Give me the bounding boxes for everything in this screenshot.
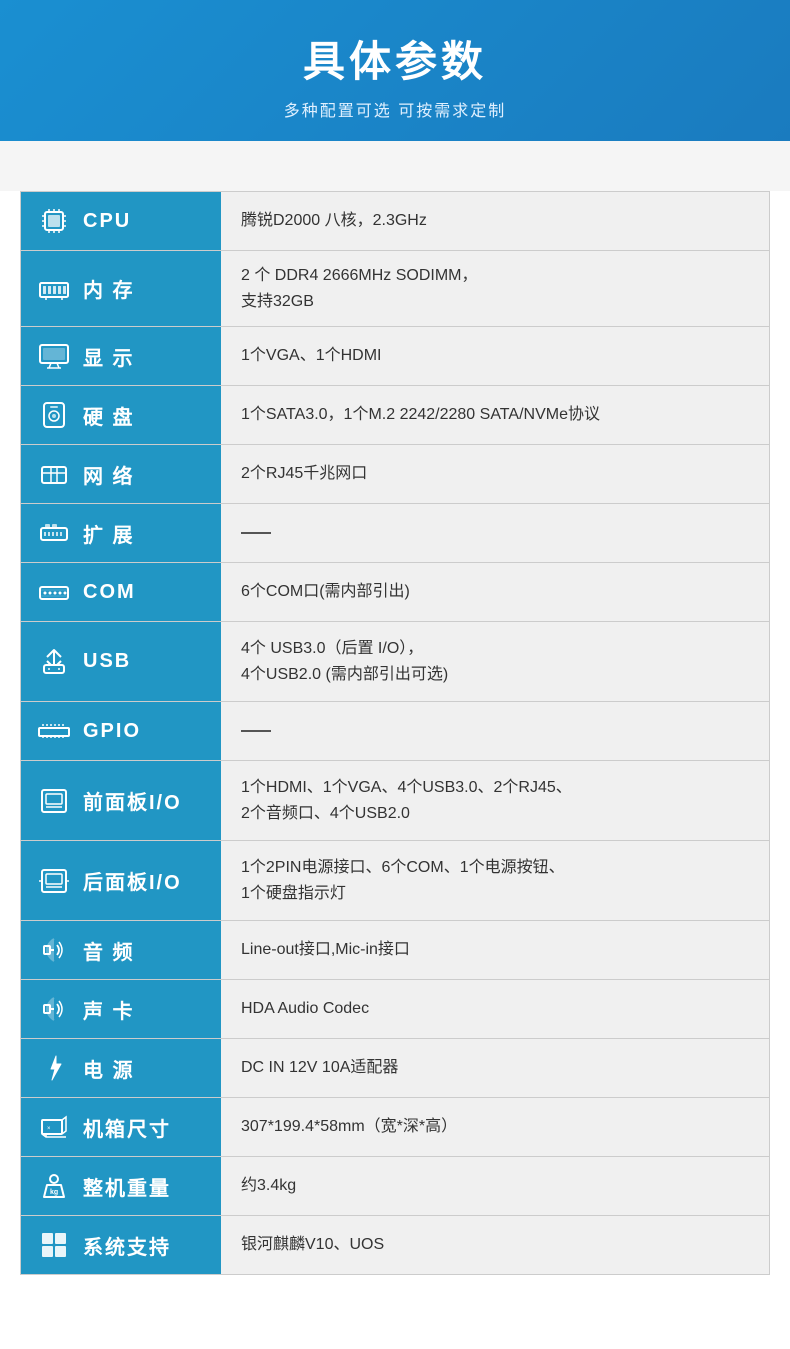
spec-row-power: 电 源 DC IN 12V 10A适配器: [21, 1039, 769, 1098]
rear-panel-icon: [35, 862, 73, 900]
weight-icon: kg: [35, 1167, 73, 1205]
display-label: 显 示: [83, 342, 135, 371]
page-header: 具体参数 多种配置可选 可按需求定制: [0, 0, 790, 141]
com-icon: [35, 573, 73, 611]
memory-icon: [35, 270, 73, 308]
svg-text:×: ×: [47, 1126, 51, 1132]
usb-label: USB: [83, 650, 131, 673]
spec-value-memory: 2 个 DDR4 2666MHz SODIMM， 支持32GB: [221, 251, 769, 326]
spec-value-cpu: 腾锐D2000 八核，2.3GHz: [221, 192, 769, 250]
power-label: 电 源: [83, 1054, 135, 1083]
spec-row-sound-card: 声 卡 HDA Audio Codec: [21, 980, 769, 1039]
spec-row-front-panel: 前面板I/O 1个HDMI、1个VGA、4个USB3.0、2个RJ45、 2个音…: [21, 761, 769, 841]
expand-label: 扩 展: [83, 519, 135, 548]
spec-label-os: 系统支持: [21, 1216, 221, 1274]
spec-row-display: 显 示 1个VGA、1个HDMI: [21, 327, 769, 386]
expand-dash: [241, 532, 271, 534]
spec-value-audio: Line-out接口,Mic-in接口: [221, 921, 769, 979]
spec-row-expand: 扩 展: [21, 504, 769, 563]
page-title: 具体参数: [20, 28, 770, 89]
spec-label-sound-card: 声 卡: [21, 980, 221, 1038]
spec-row-com: COM 6个COM口(需内部引出): [21, 563, 769, 622]
spec-value-rear-panel: 1个2PIN电源接口、6个COM、1个电源按钮、 1个硬盘指示灯: [221, 841, 769, 920]
com-label: COM: [83, 581, 136, 604]
page-subtitle: 多种配置可选 可按需求定制: [20, 97, 770, 121]
spec-row-memory: 内 存 2 个 DDR4 2666MHz SODIMM， 支持32GB: [21, 251, 769, 327]
spec-row-storage: 硬 盘 1个SATA3.0，1个M.2 2242/2280 SATA/NVMe协…: [21, 386, 769, 445]
spec-value-power: DC IN 12V 10A适配器: [221, 1039, 769, 1097]
spec-label-gpio: GPIO: [21, 702, 221, 760]
spec-value-weight: 约3.4kg: [221, 1157, 769, 1215]
rear-panel-label: 后面板I/O: [83, 866, 182, 895]
spec-value-com: 6个COM口(需内部引出): [221, 563, 769, 621]
front-panel-label: 前面板I/O: [83, 786, 182, 815]
network-label: 网 络: [83, 460, 135, 489]
spec-row-rear-panel: 后面板I/O 1个2PIN电源接口、6个COM、1个电源按钮、 1个硬盘指示灯: [21, 841, 769, 921]
spec-row-gpio: GPIO: [21, 702, 769, 761]
spec-row-audio: 音 频 Line-out接口,Mic-in接口: [21, 921, 769, 980]
spec-value-expand: [221, 504, 769, 562]
spec-row-network: 网 络 2个RJ45千兆网口: [21, 445, 769, 504]
audio-icon: [35, 931, 73, 969]
spec-label-memory: 内 存: [21, 251, 221, 326]
spec-label-usb: USB: [21, 622, 221, 701]
gpio-label: GPIO: [83, 720, 141, 743]
spec-label-display: 显 示: [21, 327, 221, 385]
spec-row-os: 系统支持 银河麒麟V10、UOS: [21, 1216, 769, 1274]
dimensions-label: 机箱尺寸: [83, 1113, 171, 1142]
power-icon: [35, 1049, 73, 1087]
display-icon: [35, 337, 73, 375]
spec-row-usb: USB 4个 USB3.0（后置 I/O）， 4个USB2.0 (需内部引出可选…: [21, 622, 769, 702]
specs-table: CPU 腾锐D2000 八核，2.3GHz 内 存: [20, 191, 770, 1275]
audio-label: 音 频: [83, 936, 135, 965]
spec-label-audio: 音 频: [21, 921, 221, 979]
usb-icon: [35, 643, 73, 681]
spec-label-power: 电 源: [21, 1039, 221, 1097]
os-icon: [35, 1226, 73, 1264]
network-icon: [35, 455, 73, 493]
spacer: [0, 141, 790, 191]
spec-value-network: 2个RJ45千兆网口: [221, 445, 769, 503]
front-panel-icon: [35, 782, 73, 820]
expand-icon: [35, 514, 73, 552]
gpio-dash: [241, 730, 271, 732]
spec-label-cpu: CPU: [21, 192, 221, 250]
sound-card-icon: [35, 990, 73, 1028]
weight-label: 整机重量: [83, 1172, 171, 1201]
spec-label-expand: 扩 展: [21, 504, 221, 562]
spec-value-os: 银河麒麟V10、UOS: [221, 1216, 769, 1274]
spec-value-gpio: [221, 702, 769, 760]
cpu-icon: [35, 202, 73, 240]
spec-value-front-panel: 1个HDMI、1个VGA、4个USB3.0、2个RJ45、 2个音频口、4个US…: [221, 761, 769, 840]
storage-icon: [35, 396, 73, 434]
spec-value-dimensions: 307*199.4*58mm（宽*深*高）: [221, 1098, 769, 1156]
dimensions-icon: ×: [35, 1108, 73, 1146]
spec-label-rear-panel: 后面板I/O: [21, 841, 221, 920]
memory-label: 内 存: [83, 274, 135, 303]
spec-label-com: COM: [21, 563, 221, 621]
spec-value-display: 1个VGA、1个HDMI: [221, 327, 769, 385]
cpu-label: CPU: [83, 210, 131, 233]
spec-value-usb: 4个 USB3.0（后置 I/O）， 4个USB2.0 (需内部引出可选): [221, 622, 769, 701]
spec-label-weight: kg 整机重量: [21, 1157, 221, 1215]
spec-label-dimensions: × 机箱尺寸: [21, 1098, 221, 1156]
spec-label-storage: 硬 盘: [21, 386, 221, 444]
svg-text:kg: kg: [50, 1189, 58, 1196]
storage-label: 硬 盘: [83, 401, 135, 430]
spec-row-dimensions: × 机箱尺寸 307*199.4*58mm（宽*深*高）: [21, 1098, 769, 1157]
os-label: 系统支持: [83, 1231, 171, 1260]
spec-value-storage: 1个SATA3.0，1个M.2 2242/2280 SATA/NVMe协议: [221, 386, 769, 444]
spec-label-front-panel: 前面板I/O: [21, 761, 221, 840]
spec-row-weight: kg 整机重量 约3.4kg: [21, 1157, 769, 1216]
spec-row-cpu: CPU 腾锐D2000 八核，2.3GHz: [21, 192, 769, 251]
spec-value-sound-card: HDA Audio Codec: [221, 980, 769, 1038]
spec-label-network: 网 络: [21, 445, 221, 503]
gpio-icon: [35, 712, 73, 750]
sound-card-label: 声 卡: [83, 995, 135, 1024]
